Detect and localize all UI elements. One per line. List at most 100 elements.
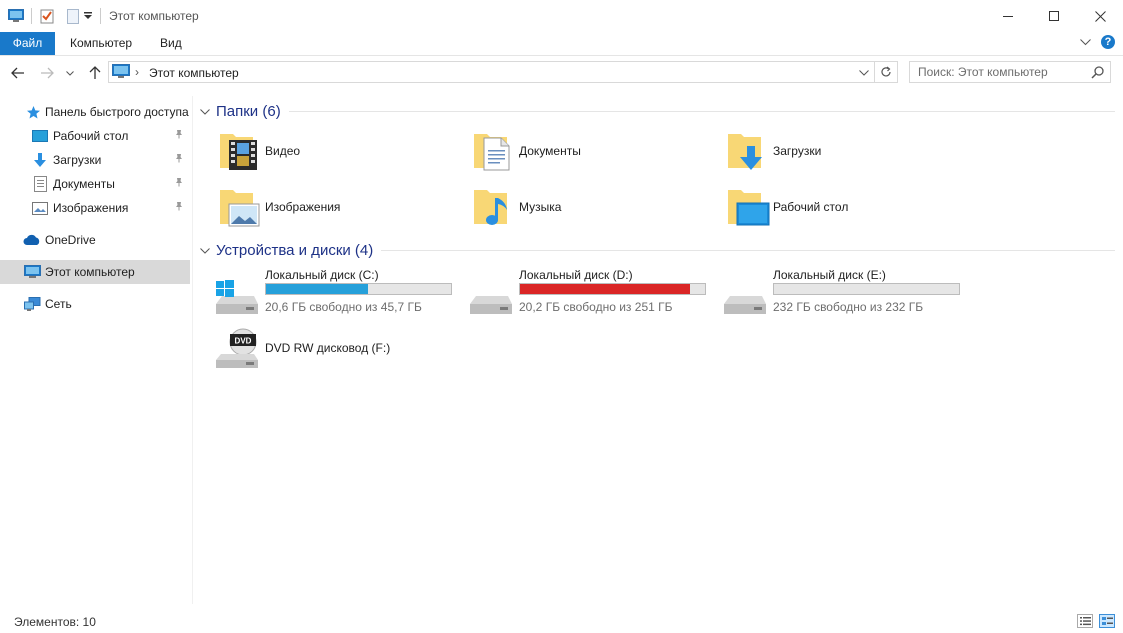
documents-folder-icon bbox=[474, 134, 510, 171]
star-icon bbox=[24, 103, 42, 121]
view-switcher bbox=[1077, 614, 1115, 631]
nav-downloads[interactable]: Загрузки bbox=[0, 148, 190, 172]
refresh-icon bbox=[881, 66, 891, 77]
tiles-view-icon[interactable] bbox=[1099, 614, 1115, 631]
tab-computer[interactable]: Компьютер bbox=[56, 32, 146, 55]
items-count: Элементов: 10 bbox=[14, 615, 96, 629]
pin-icon[interactable] bbox=[174, 177, 184, 190]
breadcrumb[interactable]: Этот компьютер bbox=[149, 66, 239, 80]
folder-label: Загрузки bbox=[773, 144, 822, 158]
collapse-chevron-icon[interactable] bbox=[200, 104, 214, 118]
nav-pictures[interactable]: Изображения bbox=[0, 196, 190, 220]
maximize-button[interactable] bbox=[1031, 0, 1077, 32]
address-dropdown-icon[interactable] bbox=[857, 65, 871, 79]
expand-ribbon-icon[interactable] bbox=[1080, 35, 1091, 49]
drive-usage-bar bbox=[773, 283, 960, 295]
search-icon[interactable] bbox=[1091, 65, 1105, 82]
folder-label: Видео bbox=[265, 144, 301, 158]
navigation-pane: Панель быстрого доступа Рабочий стол Заг… bbox=[0, 96, 193, 604]
drive-usage-bar bbox=[265, 283, 452, 295]
drive-c[interactable]: Локальный диск (C:) 20,6 ГБ свободно из … bbox=[214, 266, 464, 326]
pin-icon[interactable] bbox=[174, 201, 184, 214]
nav-onedrive[interactable]: OneDrive bbox=[0, 228, 190, 252]
pin-icon[interactable] bbox=[174, 129, 184, 142]
computer-icon bbox=[112, 64, 130, 82]
close-button[interactable] bbox=[1077, 0, 1123, 32]
help-icon[interactable]: ? bbox=[1101, 35, 1115, 49]
forward-button[interactable] bbox=[38, 64, 56, 82]
nav-item-label: Документы bbox=[53, 177, 115, 191]
pictures-folder-icon bbox=[220, 190, 260, 227]
ribbon-controls: ? bbox=[1080, 35, 1115, 49]
forward-arrow-icon bbox=[41, 67, 54, 79]
computer-icon bbox=[23, 263, 41, 281]
hard-drive-icon bbox=[470, 296, 512, 314]
folders-section-header[interactable]: Папки (6) bbox=[200, 101, 1115, 121]
back-button[interactable] bbox=[9, 64, 27, 82]
tab-file[interactable]: Файл bbox=[0, 32, 55, 55]
minimize-icon bbox=[1003, 16, 1013, 17]
system-drive-icon bbox=[216, 280, 258, 314]
title-bar: Этот компьютер bbox=[0, 0, 1123, 32]
nav-item-label: Загрузки bbox=[53, 153, 102, 167]
computer-icon bbox=[7, 7, 25, 25]
cloud-icon bbox=[23, 231, 41, 249]
folders-header-text: Папки (6) bbox=[216, 102, 281, 120]
ribbon: Файл Компьютер Вид ? bbox=[0, 32, 1123, 56]
chevron-down-icon bbox=[66, 70, 74, 76]
folder-label: Изображения bbox=[265, 200, 341, 214]
drive-e[interactable]: Локальный диск (E:) 232 ГБ свободно из 2… bbox=[722, 266, 972, 326]
breadcrumb-chevron-icon[interactable]: › bbox=[135, 65, 139, 79]
drive-free-space: 20,2 ГБ свободно из 251 ГБ bbox=[519, 300, 673, 314]
nav-item-label: Рабочий стол bbox=[53, 129, 129, 143]
details-view-icon[interactable] bbox=[1077, 614, 1093, 631]
nav-this-pc[interactable]: Этот компьютер bbox=[0, 260, 190, 284]
desktop-folder-icon bbox=[728, 190, 770, 226]
document-icon bbox=[31, 175, 49, 193]
svg-text:DVD: DVD bbox=[235, 337, 252, 346]
section-divider bbox=[288, 110, 1115, 112]
collapse-chevron-icon[interactable] bbox=[200, 243, 214, 257]
nav-this-pc-label: Этот компьютер bbox=[45, 265, 135, 279]
nav-network[interactable]: Сеть bbox=[0, 292, 190, 316]
download-arrow-icon bbox=[31, 151, 49, 169]
folder-label: Музыка bbox=[519, 200, 562, 214]
drive-d[interactable]: Локальный диск (D:) 20,2 ГБ свободно из … bbox=[468, 266, 718, 326]
customize-dropdown-icon[interactable] bbox=[82, 7, 94, 25]
desktop-icon bbox=[31, 127, 49, 145]
search-input[interactable] bbox=[910, 62, 1102, 82]
drive-free-space: 232 ГБ свободно из 232 ГБ bbox=[773, 300, 924, 314]
address-bar[interactable]: › Этот компьютер bbox=[108, 61, 898, 83]
recent-locations-button[interactable] bbox=[63, 64, 77, 82]
video-folder-icon bbox=[220, 134, 257, 170]
search-box bbox=[909, 61, 1111, 83]
folder-label: Рабочий стол bbox=[773, 200, 849, 214]
downloads-folder-icon bbox=[728, 134, 762, 170]
drive-f-dvd[interactable]: DVD DVD RW дисковод (F:) bbox=[214, 328, 464, 398]
section-divider bbox=[381, 249, 1115, 251]
folder-label: Документы bbox=[519, 144, 581, 158]
drive-usage-bar bbox=[519, 283, 706, 295]
nav-onedrive-label: OneDrive bbox=[45, 233, 96, 247]
drives-header-text: Устройства и диски (4) bbox=[216, 241, 374, 259]
drive-name: Локальный диск (C:) bbox=[265, 268, 379, 282]
status-bar: Элементов: 10 bbox=[0, 608, 1123, 633]
new-folder-icon[interactable] bbox=[64, 7, 82, 25]
drive-name: Локальный диск (D:) bbox=[519, 268, 633, 282]
pin-icon[interactable] bbox=[174, 153, 184, 166]
maximize-icon bbox=[1049, 11, 1059, 21]
nav-desktop[interactable]: Рабочий стол bbox=[0, 124, 190, 148]
nav-item-label: Изображения bbox=[53, 201, 129, 215]
minimize-button[interactable] bbox=[985, 0, 1031, 32]
tab-view[interactable]: Вид bbox=[146, 32, 196, 55]
nav-quick-access[interactable]: Панель быстрого доступа bbox=[0, 100, 190, 124]
properties-icon[interactable] bbox=[38, 7, 56, 25]
refresh-button[interactable] bbox=[874, 62, 897, 82]
drives-section-header[interactable]: Устройства и диски (4) bbox=[200, 240, 1115, 260]
quick-access-toolbar bbox=[7, 6, 107, 26]
up-button[interactable] bbox=[86, 64, 104, 82]
separator bbox=[100, 8, 101, 24]
nav-quick-access-label: Панель быстрого доступа bbox=[45, 105, 189, 119]
dvd-drive-icon: DVD bbox=[216, 328, 258, 368]
nav-documents[interactable]: Документы bbox=[0, 172, 190, 196]
